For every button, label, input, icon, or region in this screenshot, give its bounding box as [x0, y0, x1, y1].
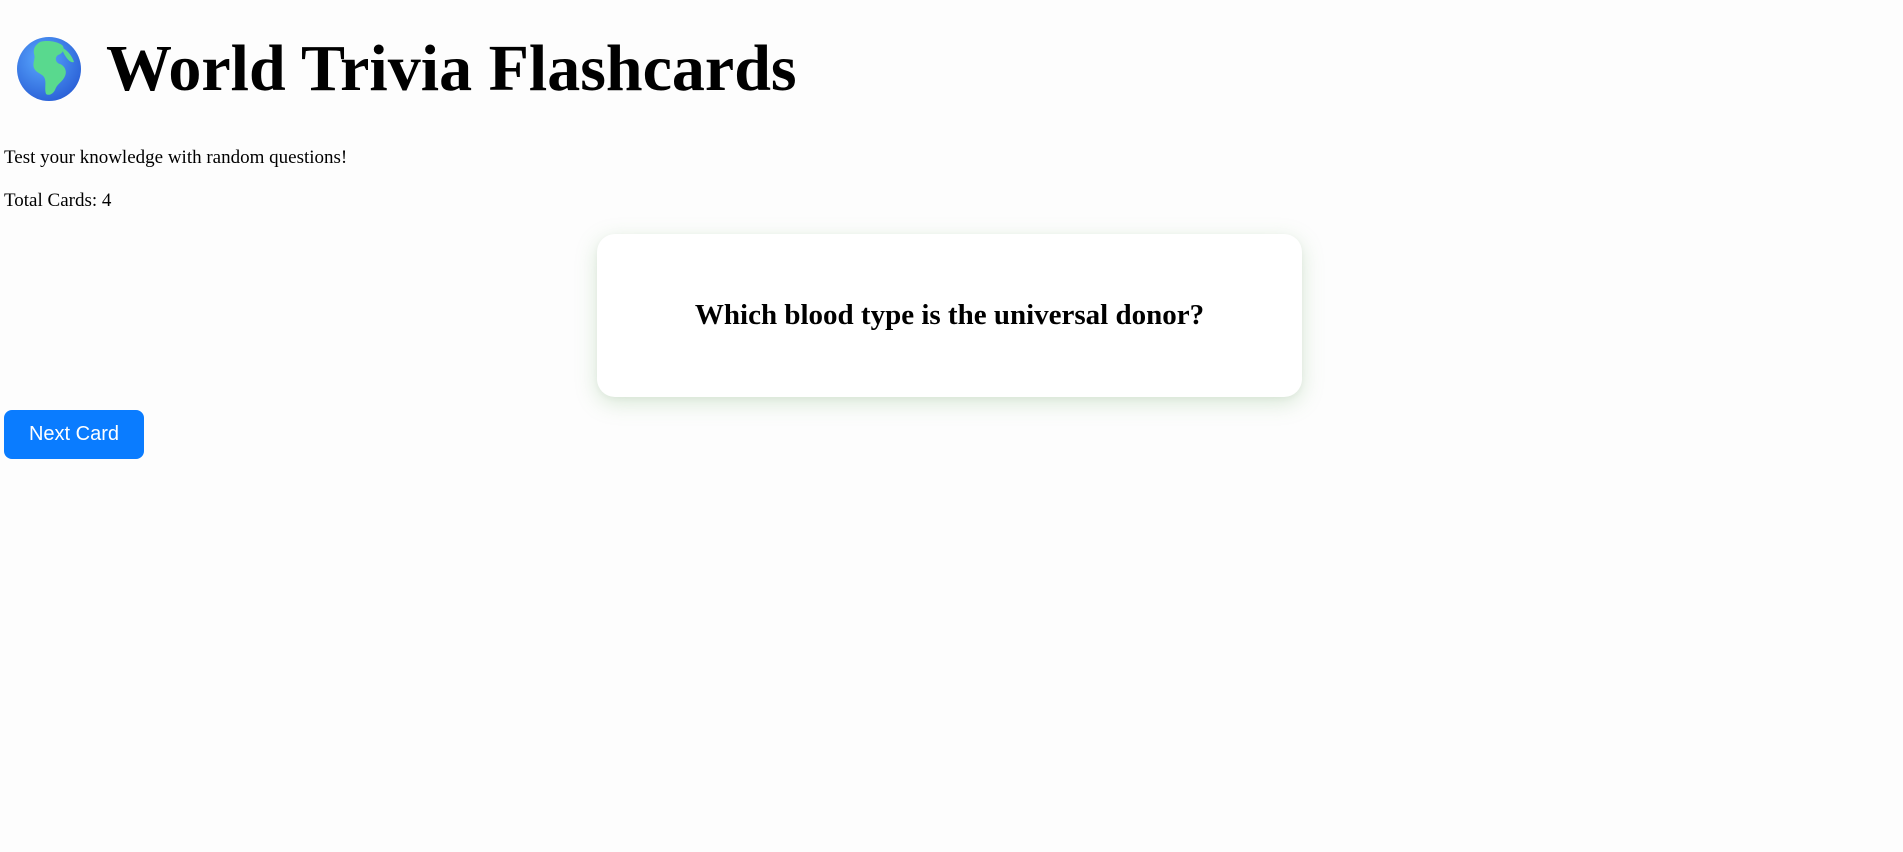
globe-icon — [16, 36, 82, 102]
flashcard-question: Which blood type is the universal donor? — [694, 299, 1205, 331]
flashcards-page: World Trivia Flashcards Test your knowle… — [0, 0, 1903, 852]
total-cards-count: Total Cards: 4 — [4, 190, 112, 211]
page-title: World Trivia Flashcards — [106, 32, 797, 105]
next-card-button[interactable]: Next Card — [4, 410, 144, 459]
header: World Trivia Flashcards — [4, 0, 1899, 108]
flashcard[interactable]: Which blood type is the universal donor? — [597, 234, 1302, 397]
subtitle-text: Test your knowledge with random question… — [4, 147, 348, 168]
